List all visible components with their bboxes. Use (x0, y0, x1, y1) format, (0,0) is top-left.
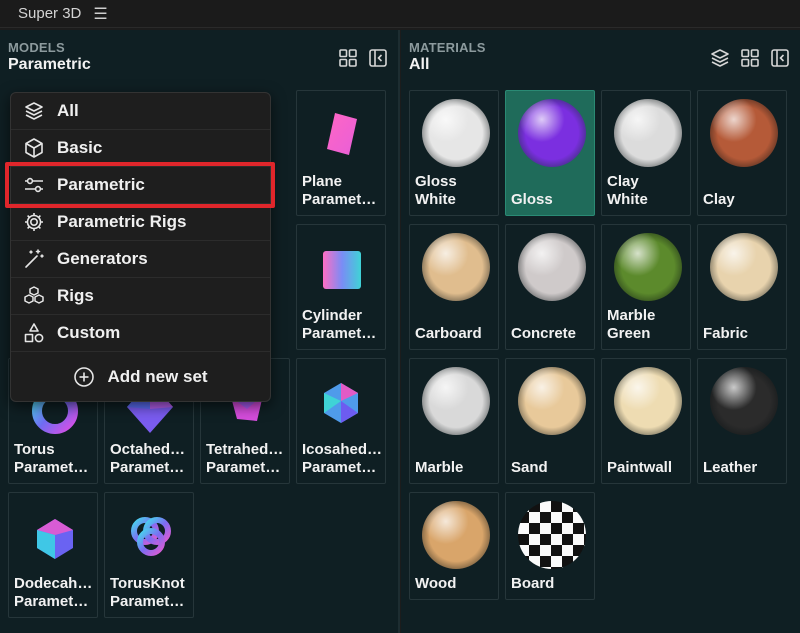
model-card-label: TorusKnot Paramet… (110, 575, 185, 610)
dodecahedron-shape-icon (37, 519, 73, 559)
material-preview-sphere (518, 99, 586, 167)
dropdown-item-label: Parametric Rigs (57, 212, 187, 231)
material-preview-sphere (614, 367, 682, 435)
model-card-label: Octahed… Paramet… (110, 441, 186, 476)
material-card[interactable]: Clay White (601, 90, 691, 216)
material-preview-sphere (422, 501, 490, 569)
material-card[interactable]: Wood (409, 492, 499, 600)
material-card-label: Board (511, 575, 555, 592)
material-card[interactable]: Clay (697, 90, 787, 216)
material-preview-sphere (422, 233, 490, 301)
material-card-label: Sand (511, 459, 548, 476)
material-card[interactable]: Board (505, 492, 595, 600)
cylinder-shape-icon (323, 251, 361, 289)
models-header-label: MODELS (8, 40, 65, 55)
layers-icon (25, 102, 43, 120)
model-card-label: Torus Paramet… (14, 441, 89, 476)
model-card-dodecahedron[interactable]: Dodecah… Paramet… (8, 492, 98, 618)
model-card-plane[interactable]: Plane Paramet… (296, 90, 386, 216)
model-card-label: Dodecah… Paramet… (14, 575, 93, 610)
grid-view-icon[interactable] (740, 48, 760, 68)
model-card-cylinder[interactable]: Cylinder Paramet… (296, 224, 386, 350)
model-card-label: Cylinder Paramet… (302, 307, 377, 342)
layers-icon[interactable] (710, 48, 730, 68)
torusknot-shape-icon (131, 517, 171, 556)
materials-panel: MATERIALS All Gloss White Gloss Clay White… (401, 30, 800, 633)
material-card-label: Paintwall (607, 459, 673, 476)
model-card-label: Tetrahed… Paramet… (206, 441, 284, 476)
material-card-label: Gloss (511, 191, 553, 208)
material-card-label: Gloss White (415, 173, 457, 208)
gear-icon (25, 213, 43, 231)
add-new-set-button[interactable]: Add new set (11, 359, 270, 395)
models-header: MODELS Parametric (0, 30, 398, 82)
material-card[interactable]: Carboard (409, 224, 499, 350)
material-card[interactable]: Gloss White (409, 90, 499, 216)
material-card-label: Fabric (703, 325, 749, 342)
plane-shape-icon (327, 113, 357, 155)
dropdown-item-generators[interactable]: Generators (11, 241, 270, 278)
material-card-label: Marble Green (607, 307, 656, 342)
material-card[interactable]: Sand (505, 358, 595, 484)
material-card-label: Marble (415, 459, 464, 476)
dropdown-item-label: Generators (57, 249, 148, 268)
model-card-label: Plane Paramet… (302, 173, 377, 208)
magic-wand-icon (25, 249, 44, 268)
material-preview-sphere (710, 99, 778, 167)
material-preview-sphere (518, 367, 586, 435)
material-preview-sphere (518, 501, 586, 569)
material-card[interactable]: Leather (697, 358, 787, 484)
material-preview-sphere (422, 99, 490, 167)
dropdown-item-all[interactable]: All (11, 93, 270, 130)
material-card-label: Leather (703, 459, 758, 476)
material-preview-sphere (422, 367, 490, 435)
cube-icon (25, 138, 43, 158)
material-preview-sphere (614, 99, 682, 167)
material-card[interactable]: Marble Green (601, 224, 691, 350)
dropdown-item-custom[interactable]: Custom (11, 315, 270, 352)
materials-header: MATERIALS All (401, 30, 800, 82)
collapse-panel-icon[interactable] (770, 48, 790, 68)
material-card-label: Wood (415, 575, 457, 592)
model-card-icosahedron[interactable]: Icosahed… Paramet… (296, 358, 386, 484)
dropdown-item-label: All (57, 101, 79, 120)
shapes-icon (24, 323, 44, 343)
models-set-selector[interactable]: Parametric (8, 56, 390, 74)
hamburger-menu-icon[interactable]: ☰ (93, 4, 107, 24)
material-preview-sphere (614, 233, 682, 301)
material-card[interactable]: Concrete (505, 224, 595, 350)
material-preview-sphere (710, 367, 778, 435)
grid-view-icon[interactable] (338, 48, 358, 68)
title-bar: Super 3D ☰ (0, 0, 800, 28)
material-preview-sphere (518, 233, 586, 301)
dropdown-item-rigs[interactable]: Rigs (11, 278, 270, 315)
collapse-panel-icon[interactable] (368, 48, 388, 68)
dropdown-item-label: Rigs (57, 286, 94, 305)
dropdown-item-parametric-rigs[interactable]: Parametric Rigs (11, 204, 270, 241)
dropdown-item-label: Custom (57, 323, 121, 342)
cubes-icon (24, 286, 44, 304)
material-card-label: Clay (703, 191, 735, 208)
material-card-label: Concrete (511, 325, 577, 342)
material-card[interactable]: Marble (409, 358, 499, 484)
highlight-annotation (5, 162, 275, 208)
material-preview-sphere (710, 233, 778, 301)
dropdown-item-label: Basic (57, 138, 103, 157)
icosahedron-shape-icon (324, 383, 358, 423)
material-card-label: Carboard (415, 325, 482, 342)
model-card-label: Icosahed… Paramet… (302, 441, 383, 476)
material-card[interactable]: Paintwall (601, 358, 691, 484)
app-title: Super 3D (18, 5, 82, 22)
model-set-dropdown: All Basic Parametric Parametric Rigs Gen… (10, 92, 271, 402)
add-circle-icon (74, 367, 95, 387)
model-card-torusknot[interactable]: TorusKnot Paramet… (104, 492, 194, 618)
material-card[interactable]: Fabric (697, 224, 787, 350)
add-new-set-label: Add new set (107, 367, 208, 386)
material-card[interactable]: Gloss (505, 90, 595, 216)
material-card-label: Clay White (607, 173, 648, 208)
